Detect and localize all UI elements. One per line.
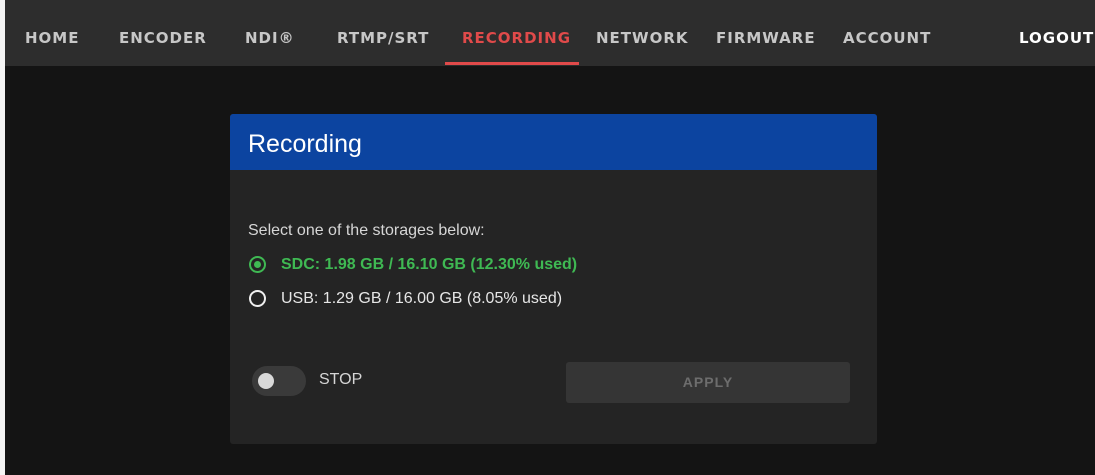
radio-dot-icon bbox=[254, 261, 261, 268]
logout-link[interactable]: LOGOUT bbox=[1019, 0, 1094, 66]
record-toggle[interactable] bbox=[252, 366, 306, 396]
active-tab-underline bbox=[445, 62, 579, 65]
window-edge bbox=[0, 0, 5, 475]
top-nav-bar: HOME ENCODER NDI® RTMP/SRT RECORDING NET… bbox=[5, 0, 1095, 66]
storage-option-label: SDC: 1.98 GB / 16.10 GB (12.30% used) bbox=[281, 256, 578, 273]
card-header: Recording bbox=[230, 114, 877, 170]
nav-item-recording[interactable]: RECORDING bbox=[462, 0, 571, 66]
recording-card: Recording Select one of the storages bel… bbox=[230, 114, 877, 444]
storage-option-label: USB: 1.29 GB / 16.00 GB (8.05% used) bbox=[281, 290, 563, 307]
apply-button[interactable]: APPLY bbox=[566, 362, 850, 403]
nav-item-rtmp-srt[interactable]: RTMP/SRT bbox=[337, 0, 429, 66]
nav-item-firmware[interactable]: FIRMWARE bbox=[716, 0, 816, 66]
nav-item-ndi[interactable]: NDI® bbox=[245, 0, 295, 66]
nav-item-network[interactable]: NETWORK bbox=[596, 0, 689, 66]
card-title: Recording bbox=[248, 130, 362, 158]
radio-selected-icon[interactable] bbox=[249, 256, 266, 273]
toggle-knob bbox=[258, 373, 274, 389]
nav-item-account[interactable]: ACCOUNT bbox=[843, 0, 931, 66]
storage-prompt: Select one of the storages below: bbox=[248, 222, 485, 239]
toggle-label: STOP bbox=[319, 371, 363, 388]
page: HOME ENCODER NDI® RTMP/SRT RECORDING NET… bbox=[0, 0, 1095, 475]
nav-item-encoder[interactable]: ENCODER bbox=[119, 0, 207, 66]
radio-unselected-icon[interactable] bbox=[249, 290, 266, 307]
nav-item-home[interactable]: HOME bbox=[25, 0, 79, 66]
